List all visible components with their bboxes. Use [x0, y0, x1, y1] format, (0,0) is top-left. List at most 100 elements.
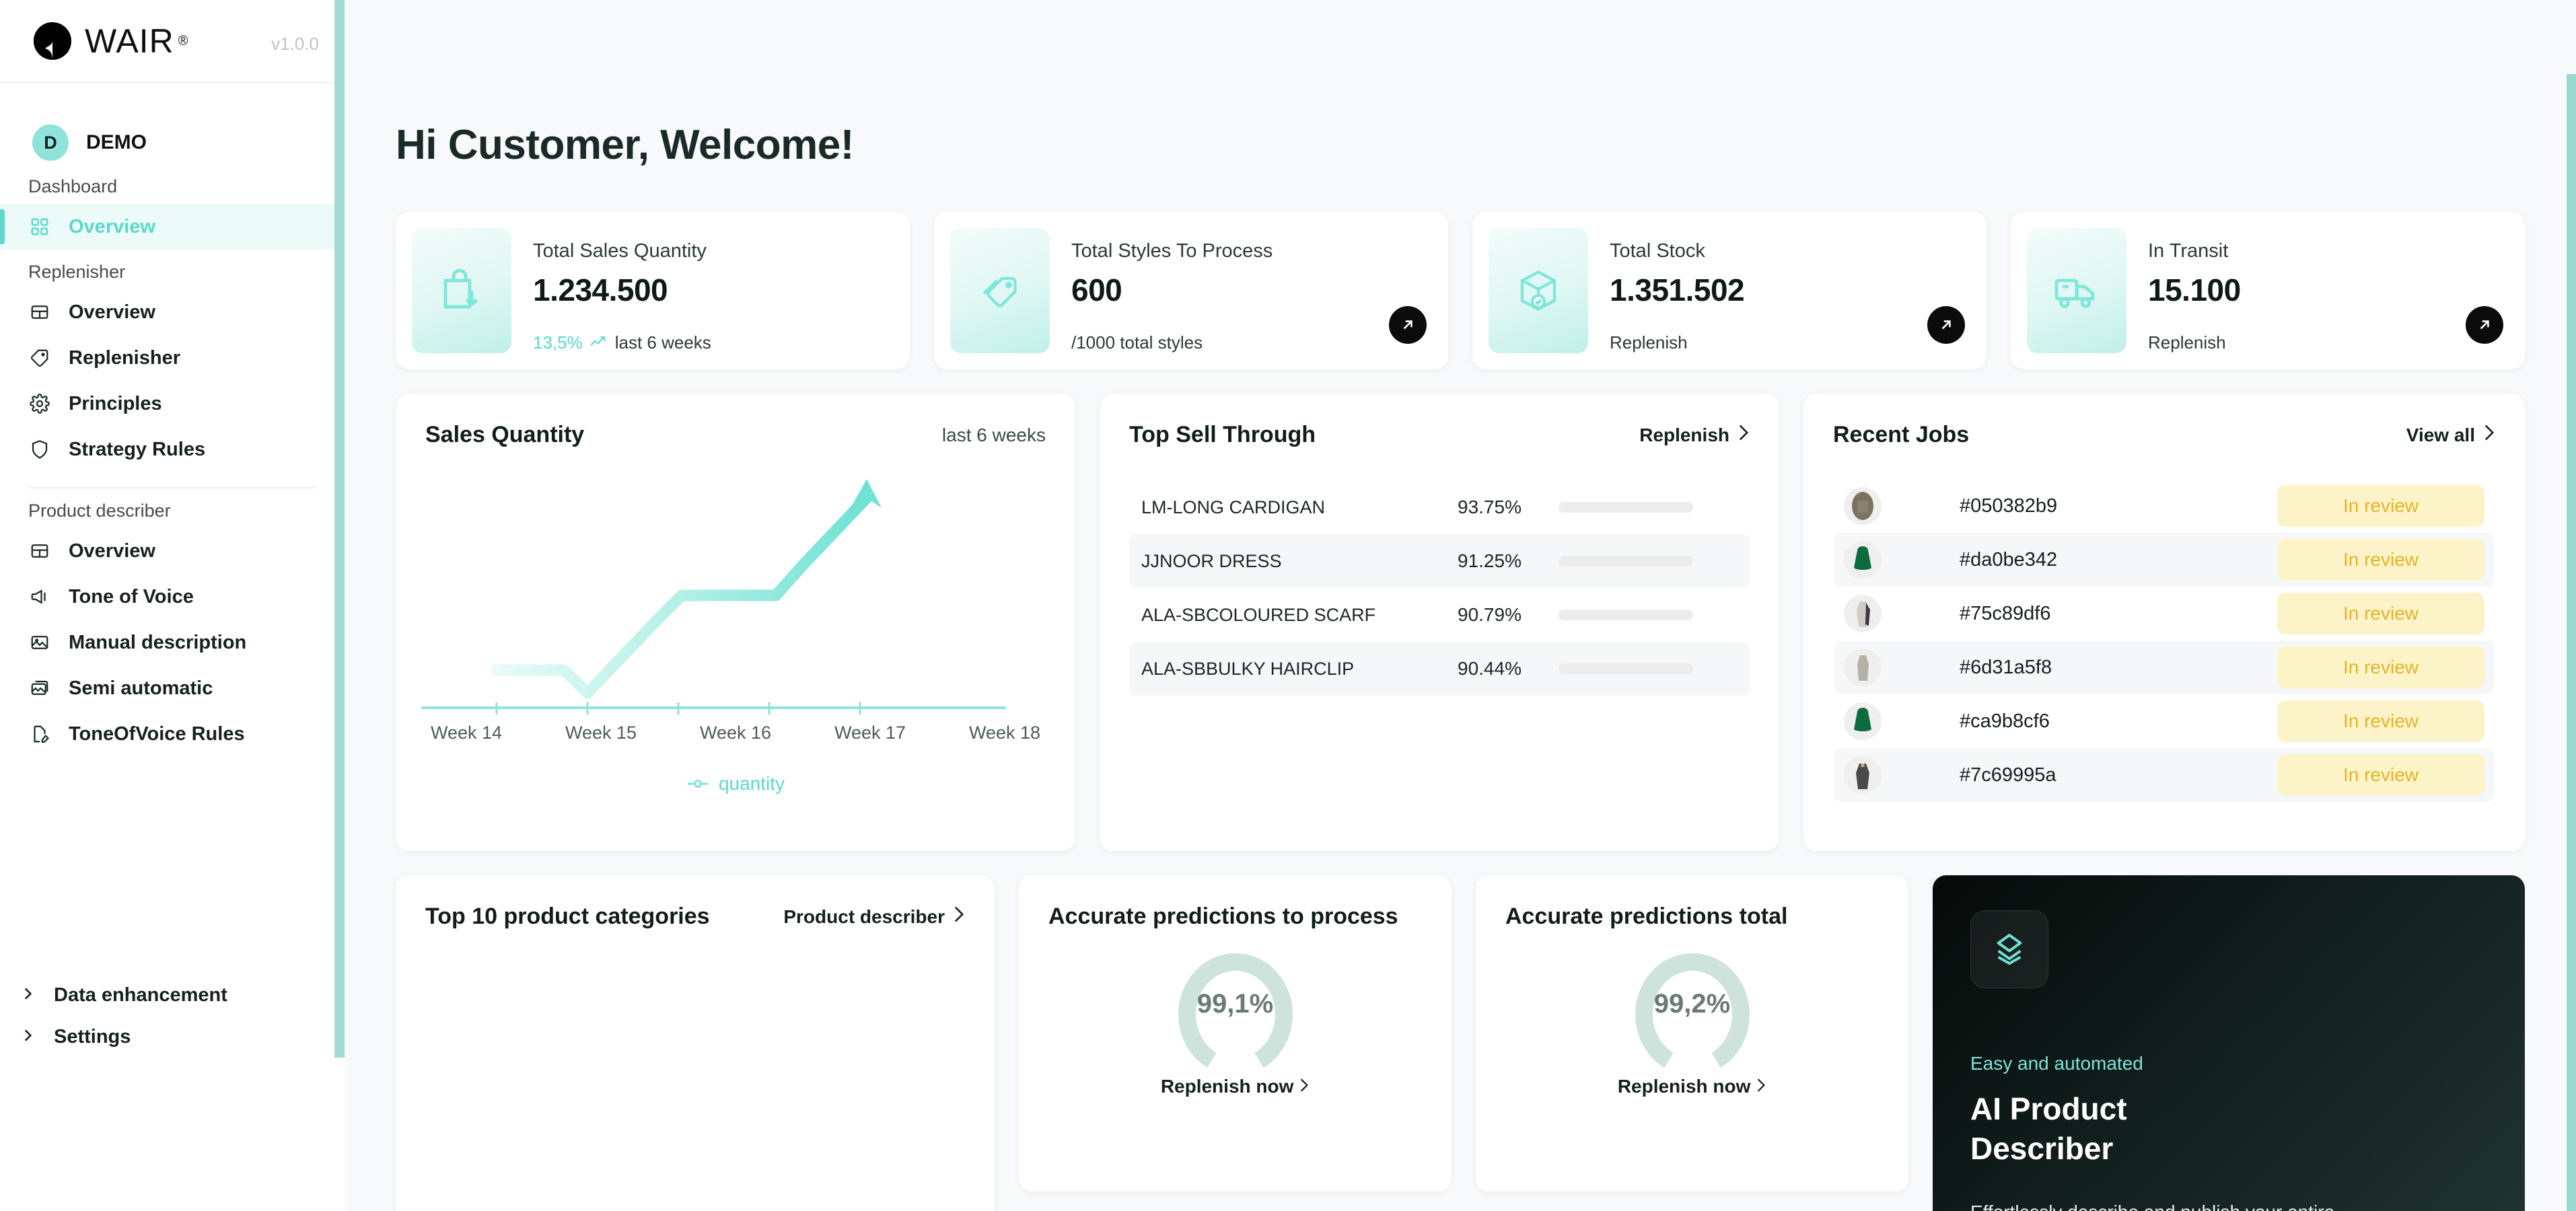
layout-icon — [28, 540, 51, 562]
sell-through-percent: 90.44% — [1458, 658, 1559, 680]
top-sell-through-list: LM-LONG CARDIGAN 93.75% JJNOOR DRESS 91.… — [1100, 480, 1779, 696]
ai-product-describer-promo[interactable]: Easy and automated AI Product Describer … — [1933, 875, 2525, 1211]
stat-label: In Transit — [2148, 240, 2241, 262]
open-arrow-icon[interactable] — [1389, 306, 1427, 344]
chart-period-note: last 6 weeks — [942, 425, 1046, 446]
stat-value: 1.234.500 — [533, 272, 711, 308]
status-badge[interactable]: In review — [2277, 539, 2484, 581]
stat-subtext: last 6 weeks — [615, 332, 711, 353]
recent-jobs-list: #050382b9 In review #da0be342 In review … — [1803, 479, 2525, 802]
table-row[interactable]: #050382b9 In review — [1834, 479, 2494, 533]
sidebar-item-label: Overview — [69, 216, 155, 238]
job-id: #7c69995a — [1882, 764, 2277, 786]
product-thumbnail — [1844, 702, 1882, 740]
page-scrollbar[interactable] — [2567, 74, 2576, 1211]
sidebar-item-label: Manual description — [69, 632, 246, 654]
table-row[interactable]: #da0be342 In review — [1834, 533, 2494, 587]
chevron-right-icon — [19, 1027, 36, 1048]
sidebar-item-describer-overview[interactable]: Overview — [0, 528, 345, 574]
sidebar-item-tone-of-voice[interactable]: Tone of Voice — [0, 574, 345, 620]
sidebar-logo-row: WAIR ® v1.0.0 — [0, 0, 345, 83]
chevron-right-icon — [19, 985, 36, 1006]
status-badge[interactable]: In review — [2277, 700, 2484, 742]
card-action-label: View all — [2406, 425, 2475, 446]
table-row[interactable]: LM-LONG CARDIGAN 93.75% — [1129, 480, 1750, 534]
status-badge[interactable]: In review — [2277, 593, 2484, 634]
accurate-predictions-total-card: Accurate predictions total 99,2% Repleni… — [1476, 875, 1908, 1191]
legend-label: quantity — [719, 773, 785, 795]
sell-through-percent: 93.75% — [1458, 497, 1559, 518]
sidebar-item-semi-automatic[interactable]: Semi automatic — [0, 665, 345, 711]
app-root: WAIR ® v1.0.0 D DEMO Dashboard Overview … — [0, 0, 2576, 1211]
table-row[interactable]: ALA-SBCOLOURED SCARF 90.79% — [1129, 588, 1750, 642]
stat-subtext-row: Replenish — [2148, 332, 2241, 353]
sidebar-scrollbar[interactable] — [334, 0, 345, 1058]
sidebar-item-settings[interactable]: Settings — [0, 1016, 345, 1058]
sidebar-item-overview-dashboard[interactable]: Overview — [0, 204, 345, 250]
sales-quantity-card: Sales Quantity last 6 weeks — [396, 394, 1075, 851]
stat-card-total-stock[interactable]: Total Stock 1.351.502 Replenish — [1472, 212, 1987, 369]
promo-eyebrow: Easy and automated — [1970, 1053, 2487, 1074]
card-header: Recent Jobs View all — [1803, 394, 2525, 448]
view-all-link[interactable]: View all — [2406, 424, 2495, 446]
progress-bar — [1559, 502, 1693, 513]
replenish-now-link[interactable]: Replenish now — [1476, 1076, 1908, 1097]
product-thumbnail — [1844, 595, 1882, 632]
product-thumbnail — [1844, 487, 1882, 525]
product-name: ALA-SBCOLOURED SCARF — [1141, 605, 1458, 626]
card-title: Sales Quantity — [425, 422, 584, 448]
gauges-column: Accurate predictions to process 99,1% Re… — [1019, 875, 1908, 1211]
x-tick-label: Week 15 — [565, 723, 637, 743]
sidebar-item-replenisher-overview[interactable]: Overview — [0, 289, 345, 335]
promo-title: AI Product Describer — [1970, 1089, 2260, 1169]
shield-icon — [28, 438, 51, 461]
images-icon — [28, 677, 51, 700]
progress-bar — [1559, 610, 1693, 620]
open-arrow-icon[interactable] — [1927, 306, 1965, 344]
stat-delta: 13,5% — [533, 332, 583, 353]
table-row[interactable]: JJNOOR DRESS 91.25% — [1129, 534, 1750, 588]
chart-legend[interactable]: quantity — [396, 773, 1075, 795]
grid-icon — [28, 215, 51, 238]
stat-card-body: In Transit 15.100 Replenish — [2126, 228, 2241, 353]
open-arrow-icon[interactable] — [2466, 306, 2503, 344]
card-title: Accurate predictions total — [1476, 875, 1908, 930]
product-thumbnail — [1844, 649, 1882, 686]
sidebar-item-data-enhancement[interactable]: Data enhancement — [0, 974, 345, 1016]
stat-subtext-row: 13,5% last 6 weeks — [533, 332, 711, 353]
table-row[interactable]: #75c89df6 In review — [1834, 587, 2494, 640]
card-title: Accurate predictions to process — [1019, 875, 1452, 930]
table-row[interactable]: #ca9b8cf6 In review — [1834, 694, 2494, 748]
stat-card-body: Total Stock 1.351.502 Replenish — [1588, 228, 1744, 353]
sidebar: WAIR ® v1.0.0 D DEMO Dashboard Overview … — [0, 0, 345, 1211]
status-badge[interactable]: In review — [2277, 754, 2484, 796]
sidebar-item-strategy-rules[interactable]: Strategy Rules — [0, 427, 345, 472]
card-title: Top 10 product categories — [425, 904, 710, 930]
card-action-label: Product describer — [783, 906, 945, 928]
sidebar-item-principles[interactable]: Principles — [0, 381, 345, 427]
sidebar-item-toneofvoice-rules[interactable]: ToneOfVoice Rules — [0, 711, 345, 757]
x-tick-label: Week 17 — [834, 723, 906, 743]
chevron-right-icon — [953, 906, 965, 928]
stat-card-total-styles-to-process[interactable]: Total Styles To Process 600 /1000 total … — [934, 212, 1448, 369]
table-row[interactable]: ALA-SBBULKY HAIRCLIP 90.44% — [1129, 642, 1750, 696]
product-name: ALA-SBBULKY HAIRCLIP — [1141, 659, 1458, 680]
sidebar-user[interactable]: D DEMO — [0, 83, 345, 164]
dashboard-row-2: Sales Quantity last 6 weeks — [396, 394, 2525, 851]
product-describer-link[interactable]: Product describer — [783, 906, 965, 928]
status-badge[interactable]: In review — [2277, 485, 2484, 527]
sidebar-item-replenisher[interactable]: Replenisher — [0, 335, 345, 381]
card-header: Sales Quantity last 6 weeks — [396, 394, 1075, 448]
gauges-row: Accurate predictions to process 99,1% Re… — [1019, 875, 1908, 1191]
status-badge[interactable]: In review — [2277, 647, 2484, 688]
sidebar-item-label: Strategy Rules — [69, 439, 205, 461]
replenish-now-link[interactable]: Replenish now — [1019, 1076, 1452, 1097]
sidebar-item-manual-description[interactable]: Manual description — [0, 620, 345, 665]
stat-card-total-sales-quantity[interactable]: Total Sales Quantity 1.234.500 13,5% las… — [396, 212, 910, 369]
stat-card-in-transit[interactable]: In Transit 15.100 Replenish — [2011, 212, 2525, 369]
job-id: #da0be342 — [1882, 549, 2277, 571]
table-row[interactable]: #7c69995a In review — [1834, 748, 2494, 802]
table-row[interactable]: #6d31a5f8 In review — [1834, 640, 2494, 694]
replenish-link[interactable]: Replenish — [1639, 424, 1750, 446]
sidebar-item-label: Principles — [69, 393, 162, 415]
